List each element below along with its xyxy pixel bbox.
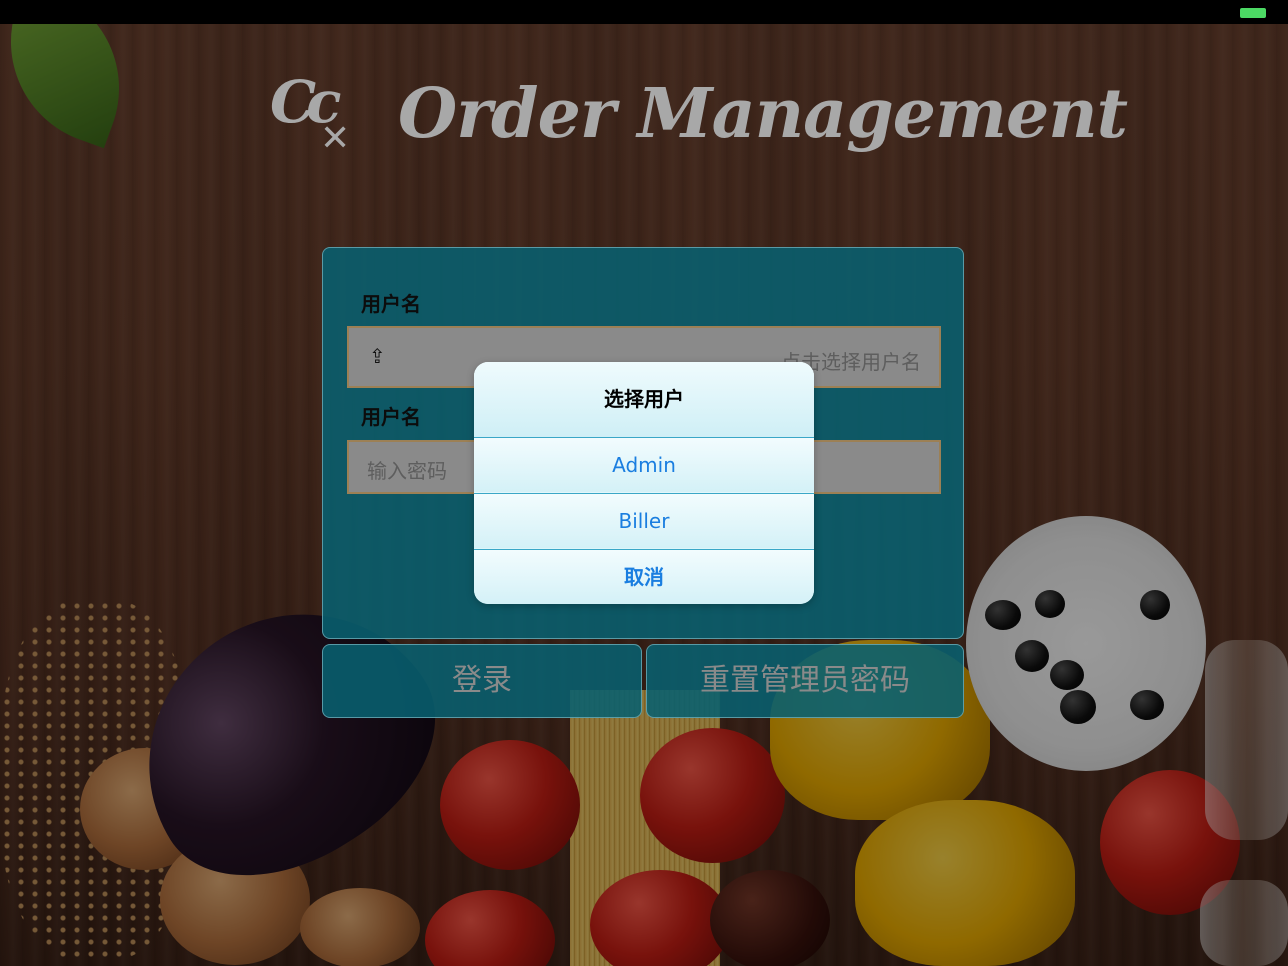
- reset-admin-password-button[interactable]: 重置管理员密码: [646, 644, 964, 718]
- username-label: 用户名: [361, 292, 421, 316]
- password-placeholder: 输入密码: [367, 459, 447, 483]
- user-picker-title: 选择用户: [474, 362, 814, 437]
- user-picker-popover: 选择用户 Admin Biller 取消: [474, 362, 814, 604]
- login-button[interactable]: 登录: [322, 644, 642, 718]
- fork-knife-icon: ✕: [320, 118, 351, 159]
- battery-icon: [1240, 8, 1266, 18]
- arrow-up-icon: ⇪: [369, 344, 386, 368]
- user-option-admin[interactable]: Admin: [474, 437, 814, 492]
- user-option-biller[interactable]: Biller: [474, 493, 814, 548]
- status-bar: [0, 0, 1288, 24]
- app-logo: Cc ✕ Order Management: [270, 68, 1128, 178]
- cancel-button[interactable]: 取消: [474, 549, 814, 604]
- app-screen: Cc ✕ Order Management 用户名 ⇪ 点击选择用户名 用户名 …: [0, 0, 1288, 966]
- app-title: Order Management: [398, 74, 1128, 154]
- password-label: 用户名: [361, 405, 421, 429]
